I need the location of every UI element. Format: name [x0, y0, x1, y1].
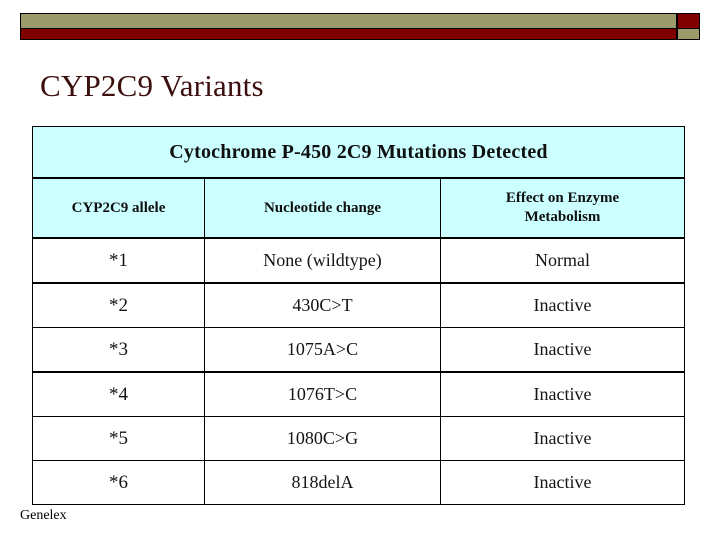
- cell-effect: Inactive: [439, 327, 686, 373]
- cell-allele: *2: [32, 282, 205, 328]
- cell-effect: Inactive: [439, 371, 686, 417]
- cell-effect: Inactive: [439, 416, 686, 461]
- cell-nucleotide-change: 1076T>C: [204, 371, 441, 417]
- cell-effect: Inactive: [439, 282, 686, 328]
- cell-allele: *6: [32, 460, 205, 505]
- cell-allele: *5: [32, 416, 205, 461]
- page-title: CYP2C9 Variants: [40, 68, 264, 103]
- header-bar-cap-maroon-block: [677, 13, 700, 28]
- cell-effect: Normal: [439, 237, 686, 284]
- cell-allele: *4: [32, 371, 205, 417]
- table-header-row: CYP2C9 allele Nucleotide change Effect o…: [32, 177, 686, 239]
- column-header-effect-line2: Metabolism: [524, 209, 601, 225]
- table-row: *6 818delA Inactive: [32, 460, 686, 505]
- cell-allele: *1: [32, 237, 205, 284]
- column-header-allele: CYP2C9 allele: [32, 177, 205, 239]
- header-bar-end-cap: [677, 13, 700, 40]
- column-header-nucleotide-change: Nucleotide change: [204, 177, 441, 239]
- table-row: *3 1075A>C Inactive: [32, 327, 686, 373]
- table-row: *4 1076T>C Inactive: [32, 371, 686, 417]
- cell-nucleotide-change: 818delA: [204, 460, 441, 505]
- header-bar-main: [20, 13, 677, 40]
- cell-effect: Inactive: [439, 460, 686, 505]
- table-caption-row: Cytochrome P-450 2C9 Mutations Detected: [31, 126, 686, 179]
- slide-header-bar: [20, 13, 700, 40]
- cyp2c9-variants-table: Cytochrome P-450 2C9 Mutations Detected …: [31, 126, 686, 505]
- header-bar-maroon-band: [20, 28, 677, 40]
- cell-nucleotide-change: 1080C>G: [204, 416, 441, 461]
- column-header-effect: Effect on Enzyme Metabolism: [439, 177, 686, 239]
- header-bar-cap-olive-block: [677, 28, 700, 40]
- table-caption: Cytochrome P-450 2C9 Mutations Detected: [31, 126, 686, 179]
- table-row: *2 430C>T Inactive: [32, 282, 686, 328]
- header-bar-olive-band: [20, 13, 677, 28]
- table-row: *5 1080C>G Inactive: [32, 416, 686, 461]
- cell-nucleotide-change: 1075A>C: [204, 327, 441, 373]
- table-row: *1 None (wildtype) Normal: [32, 237, 686, 284]
- column-header-effect-line1: Effect on Enzyme: [505, 190, 620, 206]
- cell-allele: *3: [32, 327, 205, 373]
- footer-label: Genelex: [20, 508, 67, 523]
- cell-nucleotide-change: 430C>T: [204, 282, 441, 328]
- cell-nucleotide-change: None (wildtype): [204, 237, 441, 284]
